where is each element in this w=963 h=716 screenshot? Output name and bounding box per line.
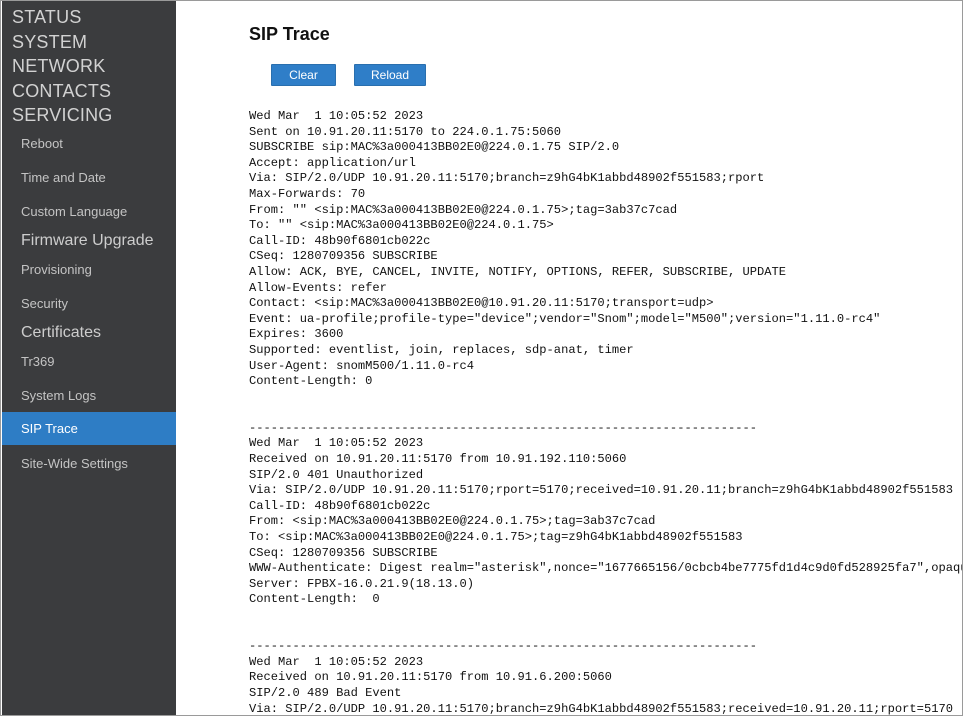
sidebar-item-system-logs[interactable]: System Logs [2, 379, 176, 412]
main-content: SIP Trace Clear Reload Wed Mar 1 10:05:5… [176, 1, 962, 715]
sip-trace-log: Wed Mar 1 10:05:52 2023 Sent on 10.91.20… [249, 109, 962, 715]
browser-frame: STATUS SYSTEM NETWORK CONTACTS SERVICING… [0, 0, 963, 716]
main-nav: STATUS SYSTEM NETWORK CONTACTS SERVICING [12, 5, 113, 128]
nav-contacts[interactable]: CONTACTS [12, 79, 113, 104]
sidebar-item-time-and-date[interactable]: Time and Date [2, 161, 176, 194]
nav-network[interactable]: NETWORK [12, 54, 113, 79]
nav-servicing[interactable]: SERVICING [12, 103, 113, 128]
nav-status[interactable]: STATUS [12, 5, 113, 30]
sidebar-item-tr369[interactable]: Tr369 [2, 345, 176, 378]
page-title: SIP Trace [249, 24, 330, 44]
sidebar: STATUS SYSTEM NETWORK CONTACTS SERVICING… [2, 1, 176, 715]
reload-button[interactable]: Reload [354, 64, 426, 86]
clear-button[interactable]: Clear [271, 64, 336, 86]
sidebar-item-reboot[interactable]: Reboot [2, 127, 176, 160]
sidebar-item-sip-trace[interactable]: SIP Trace [2, 412, 176, 445]
sidebar-item-provisioning[interactable]: Provisioning [2, 253, 176, 286]
sidebar-item-site-wide-settings[interactable]: Site-Wide Settings [2, 447, 176, 480]
nav-system[interactable]: SYSTEM [12, 30, 113, 55]
